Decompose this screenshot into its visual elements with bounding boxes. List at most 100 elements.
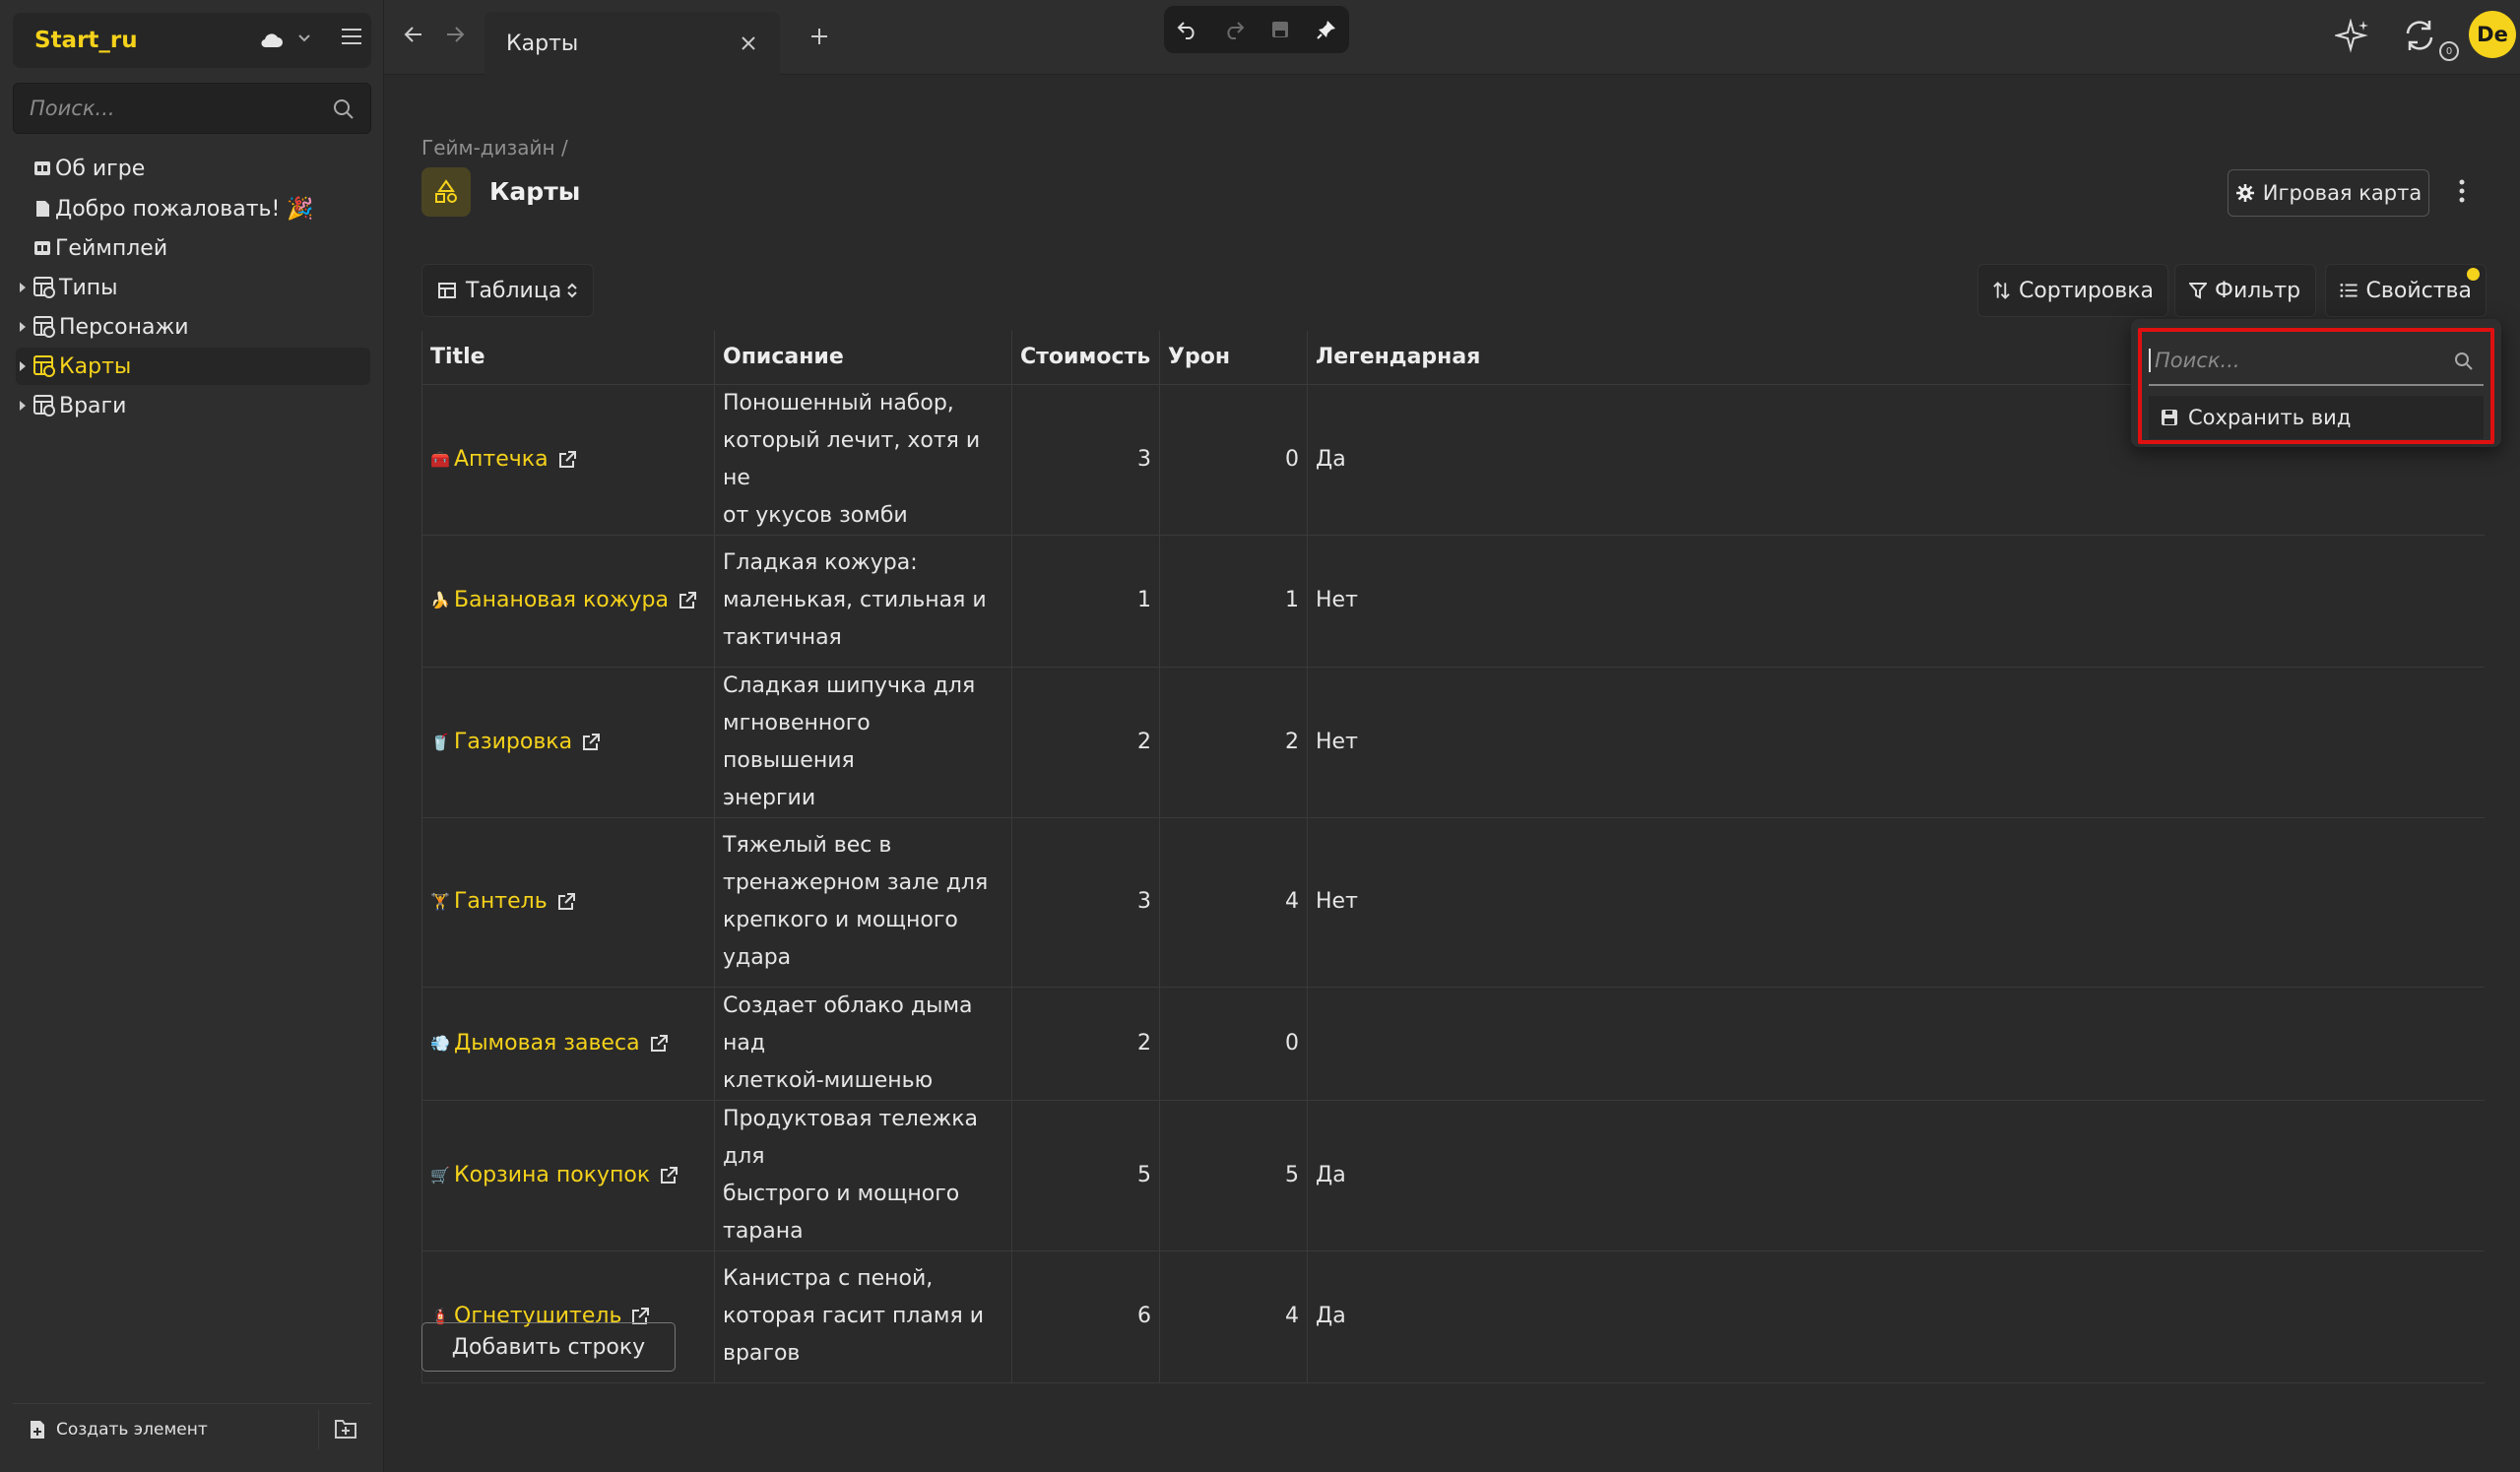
- cell-legendary[interactable]: [1307, 986, 2485, 1101]
- cell-damage[interactable]: 4: [1159, 816, 1308, 988]
- cell-cost[interactable]: 3: [1011, 816, 1160, 988]
- row-title-link[interactable]: Гантель: [454, 883, 548, 921]
- cell-legendary[interactable]: Нет: [1307, 534, 2485, 668]
- column-header-damage[interactable]: Урон: [1159, 331, 1308, 385]
- column-header-description[interactable]: Описание: [714, 331, 1012, 385]
- cell-description[interactable]: Продуктовая тележка для быстрого и мощног…: [714, 1099, 1012, 1251]
- table-row[interactable]: 🥤 Газировка Сладкая шипучка для мгновенного…: [421, 666, 2485, 818]
- sparkle-icon[interactable]: [2335, 19, 2370, 54]
- cell-legendary[interactable]: Да: [1307, 1099, 2485, 1251]
- create-element-button[interactable]: Создать элемент: [29, 1420, 208, 1440]
- cell-description[interactable]: Канистра с пеной, которая гасит пламя и вр…: [714, 1249, 1012, 1383]
- plus-icon[interactable]: [809, 27, 829, 46]
- cell-legendary[interactable]: Нет: [1307, 816, 2485, 988]
- row-title-link[interactable]: Дымовая завеса: [454, 1025, 640, 1062]
- cell-damage[interactable]: 0: [1159, 986, 1308, 1101]
- cell-legendary[interactable]: Нет: [1307, 666, 2485, 818]
- dropdown-search-input[interactable]: [2149, 349, 2444, 372]
- arrow-right-icon[interactable]: [445, 26, 465, 43]
- cell-title[interactable]: 🥤 Газировка: [421, 666, 715, 818]
- cell-cost[interactable]: 1: [1011, 534, 1160, 668]
- row-title-link[interactable]: Газировка: [454, 724, 572, 761]
- add-row-button[interactable]: Добавить строку: [421, 1322, 676, 1372]
- cell-damage[interactable]: 0: [1159, 383, 1308, 536]
- cell-damage[interactable]: 5: [1159, 1099, 1308, 1251]
- pin-icon[interactable]: [1303, 20, 1349, 39]
- cell-title[interactable]: 🛒 Корзина покупок: [421, 1099, 715, 1251]
- row-title-link[interactable]: Корзина покупок: [454, 1157, 650, 1194]
- external-link-icon[interactable]: [557, 893, 575, 911]
- shapes-icon[interactable]: [421, 167, 471, 217]
- table-row[interactable]: 🛒 Корзина покупок Продуктовая тележка для б…: [421, 1099, 2485, 1251]
- sidebar-item-cards[interactable]: Карты: [16, 348, 370, 385]
- search-icon[interactable]: [2454, 352, 2474, 371]
- cell-description[interactable]: Гладкая кожура: маленькая, стильная и такт…: [714, 534, 1012, 668]
- view-selector[interactable]: Таблица: [421, 264, 594, 317]
- properties-button[interactable]: Свойства: [2325, 264, 2487, 317]
- cell-title[interactable]: 🍌 Банановая кожура: [421, 534, 715, 668]
- expand-arrow-icon[interactable]: [16, 360, 30, 372]
- close-icon[interactable]: [741, 35, 756, 51]
- description-line: Гладкая кожура:: [723, 550, 918, 575]
- filter-button[interactable]: Фильтр: [2174, 264, 2316, 317]
- cell-description[interactable]: Сладкая шипучка для мгновенного повышения…: [714, 666, 1012, 818]
- save-view-button[interactable]: Сохранить вид: [2149, 396, 2484, 439]
- expand-arrow-icon[interactable]: [16, 321, 30, 333]
- external-link-icon[interactable]: [678, 592, 696, 609]
- redo-icon[interactable]: [1210, 20, 1257, 39]
- sidebar: Start_ru Об игре Добро пожаловать! 🎉 Гей…: [0, 0, 384, 1472]
- menu-icon[interactable]: [341, 28, 362, 45]
- table-row[interactable]: 💨 Дымовая завеса Создает облако дыма над кл…: [421, 986, 2485, 1101]
- row-title-link[interactable]: Банановая кожура: [454, 582, 669, 619]
- cell-description[interactable]: Создает облако дыма над клеткой-мишенью: [714, 986, 1012, 1101]
- sidebar-item-types[interactable]: Типы: [16, 269, 370, 306]
- external-link-icon[interactable]: [650, 1034, 668, 1053]
- sidebar-item-about[interactable]: Об игре: [16, 150, 370, 187]
- cell-description[interactable]: Поношенный набор, который лечит, хотя и н…: [714, 383, 1012, 536]
- tab-cards[interactable]: Карты: [485, 12, 780, 75]
- table-row[interactable]: 🧯 Огнетушитель Канистра с пеной, которая га…: [421, 1249, 2485, 1383]
- undo-icon[interactable]: [1164, 20, 1210, 39]
- sidebar-item-welcome[interactable]: Добро пожаловать! 🎉: [16, 190, 370, 227]
- external-link-icon[interactable]: [660, 1166, 678, 1184]
- sidebar-item-gameplay[interactable]: Геймплей: [16, 229, 370, 267]
- sidebar-item-label: Об игре: [55, 156, 146, 181]
- expand-arrow-icon[interactable]: [16, 282, 30, 293]
- external-link-icon[interactable]: [558, 450, 576, 469]
- description-line: Тяжелый вес в: [723, 833, 892, 858]
- cell-title[interactable]: 🏋 Гантель: [421, 816, 715, 988]
- column-header-cost[interactable]: Стоимость: [1011, 331, 1160, 385]
- breadcrumb[interactable]: Гейм-дизайн /: [421, 136, 568, 160]
- cell-damage[interactable]: 2: [1159, 666, 1308, 818]
- sync-icon[interactable]: [2402, 18, 2437, 53]
- sort-button[interactable]: Сортировка: [1977, 264, 2168, 317]
- workspace-switcher[interactable]: Start_ru: [13, 13, 371, 68]
- row-title-link[interactable]: Аптечка: [454, 441, 549, 479]
- cell-cost[interactable]: 3: [1011, 383, 1160, 536]
- cell-cost[interactable]: 2: [1011, 666, 1160, 818]
- sidebar-search-input[interactable]: [14, 84, 309, 133]
- cell-title[interactable]: 💨 Дымовая завеса: [421, 986, 715, 1101]
- save-icon[interactable]: [1257, 20, 1303, 39]
- expand-arrow-icon[interactable]: [16, 400, 30, 412]
- avatar[interactable]: De: [2469, 11, 2516, 58]
- search-icon[interactable]: [333, 98, 355, 120]
- table-row[interactable]: 🍌 Банановая кожура Гладкая кожура: маленька…: [421, 534, 2485, 668]
- cell-cost[interactable]: 6: [1011, 1249, 1160, 1383]
- cell-cost[interactable]: 5: [1011, 1099, 1160, 1251]
- external-link-icon[interactable]: [582, 733, 601, 751]
- arrow-left-icon[interactable]: [404, 26, 423, 43]
- cell-legendary[interactable]: Да: [1307, 1249, 2485, 1383]
- cell-cost[interactable]: 2: [1011, 986, 1160, 1101]
- table-row[interactable]: 🏋 Гантель Тяжелый вес в тренажерном зале дл…: [421, 816, 2485, 988]
- more-vertical-icon[interactable]: [2458, 179, 2466, 203]
- cell-title[interactable]: 🧰 Аптечка: [421, 383, 715, 536]
- game-map-button[interactable]: Игровая карта: [2228, 169, 2429, 217]
- cell-damage[interactable]: 1: [1159, 534, 1308, 668]
- new-folder-icon[interactable]: [334, 1418, 357, 1440]
- cell-description[interactable]: Тяжелый вес в тренажерном зале для крепког…: [714, 816, 1012, 988]
- cell-damage[interactable]: 4: [1159, 1249, 1308, 1383]
- sidebar-item-enemies[interactable]: Враги: [16, 387, 370, 424]
- column-header-title[interactable]: Title: [421, 331, 715, 385]
- sidebar-item-characters[interactable]: Персонажи: [16, 308, 370, 346]
